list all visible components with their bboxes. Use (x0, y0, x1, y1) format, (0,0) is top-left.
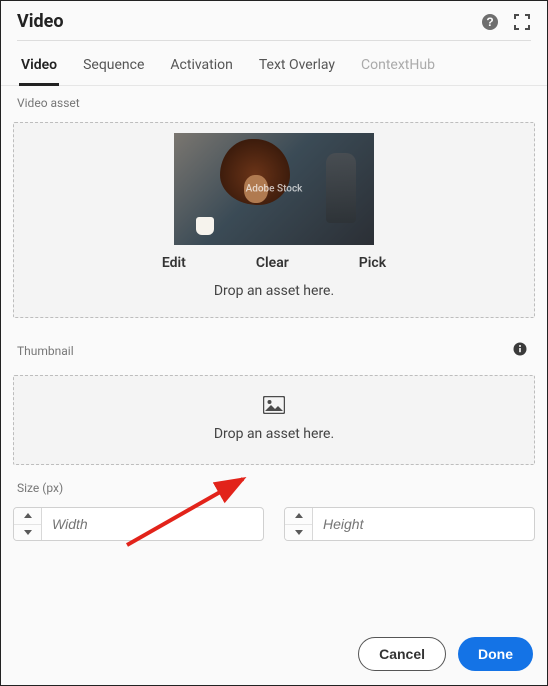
tab-text-overlay[interactable]: Text Overlay (259, 57, 335, 85)
clear-action[interactable]: Clear (256, 255, 289, 271)
height-input[interactable] (313, 508, 534, 540)
tab-activation[interactable]: Activation (170, 57, 232, 85)
size-label: Size (px) (1, 471, 547, 501)
width-input[interactable] (42, 508, 263, 540)
asset-watermark: Adobe Stock (246, 184, 303, 195)
video-asset-drop-hint: Drop an asset here. (24, 283, 524, 299)
thumbnail-drop-hint: Drop an asset here. (24, 426, 524, 442)
height-step-down[interactable] (285, 525, 312, 541)
video-asset-label: Video asset (1, 86, 547, 116)
size-label-text: Size (px) (17, 481, 63, 495)
info-icon[interactable] (513, 342, 527, 359)
cancel-button[interactable]: Cancel (358, 637, 446, 671)
height-field (284, 507, 535, 541)
tab-contexthub: ContextHub (361, 57, 435, 85)
dialog-title: Video (17, 11, 64, 32)
thumbnail-dropzone[interactable]: Drop an asset here. (13, 375, 535, 465)
thumbnail-label: Thumbnail (17, 344, 74, 358)
video-asset-actions: Edit Clear Pick (24, 255, 524, 271)
help-icon[interactable]: ? (481, 13, 499, 31)
pick-action[interactable]: Pick (359, 255, 386, 271)
tab-bar: Video Sequence Activation Text Overlay C… (1, 41, 547, 86)
edit-action[interactable]: Edit (162, 255, 186, 271)
tab-video[interactable]: Video (21, 57, 57, 85)
done-button[interactable]: Done (458, 637, 533, 671)
image-placeholder-icon (263, 396, 285, 414)
height-step-up[interactable] (285, 508, 312, 525)
header-icon-group: ? (481, 13, 531, 31)
video-asset-label-text: Video asset (17, 96, 80, 110)
video-asset-dropzone[interactable]: Adobe Stock Edit Clear Pick Drop an asse… (13, 122, 535, 318)
tab-sequence[interactable]: Sequence (83, 57, 144, 85)
size-row (1, 501, 547, 541)
fullscreen-icon[interactable] (513, 13, 531, 31)
thumbnail-label-row: Thumbnail (1, 324, 547, 365)
video-asset-preview: Adobe Stock (174, 133, 374, 245)
width-step-up[interactable] (14, 508, 41, 525)
svg-text:?: ? (486, 15, 493, 29)
dialog-header: Video ? (1, 1, 547, 40)
height-stepper (285, 508, 313, 540)
dialog-footer: Cancel Done (358, 637, 533, 671)
width-field (13, 507, 264, 541)
width-stepper (14, 508, 42, 540)
width-step-down[interactable] (14, 525, 41, 541)
